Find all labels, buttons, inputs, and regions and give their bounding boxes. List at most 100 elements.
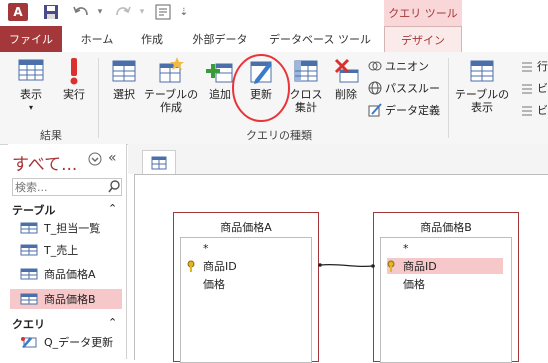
nav-item-table[interactable]: T_担当一覧 [10, 218, 122, 238]
nav-item-table[interactable]: 商品価格A [10, 264, 122, 284]
save-icon[interactable] [40, 3, 62, 21]
table-diagram-canvas[interactable]: 商品価格A * 商品ID 価格 商品価格B * 商品ID 価格 [134, 174, 548, 363]
table-title: 商品価格A [220, 221, 272, 234]
title-bar: A ▾ ▾ ⇣ クエリ ツール [0, 0, 548, 26]
group-label-query-type: クエリの種類 [246, 129, 312, 142]
builder-label: ビ [537, 82, 548, 95]
builder-2-button[interactable]: ビ [520, 102, 548, 118]
queries-header-label: クエリ [12, 318, 45, 331]
field[interactable]: 価格 [387, 276, 503, 292]
data-definition-query-button[interactable]: データ定義 [368, 102, 440, 118]
field-label: 価格 [403, 278, 425, 291]
field-primary-key-selected[interactable]: 商品ID [387, 258, 503, 274]
access-logo-icon[interactable]: A [8, 3, 28, 21]
nav-item-table-selected[interactable]: 商品価格B [10, 289, 122, 309]
make-table-label-1: テーブルの [143, 88, 199, 101]
chevron-up-icon: ⌃ [108, 316, 118, 329]
run-button[interactable]: 実行 [56, 56, 92, 101]
field-label: * [203, 241, 209, 255]
chevron-up-icon: ⌃ [108, 202, 118, 215]
field[interactable]: 価格 [187, 276, 303, 292]
field-label: * [403, 241, 409, 255]
field-list[interactable]: * 商品ID 価格 [180, 237, 312, 363]
delete-query-icon [334, 58, 359, 83]
passthrough-query-button[interactable]: パススルー [368, 80, 440, 96]
tab-home[interactable]: ホーム [72, 26, 122, 52]
table-title: 商品価格B [420, 221, 472, 234]
nav-item-query[interactable]: Q_データ更新 [10, 332, 122, 352]
union-icon [368, 61, 382, 71]
show-table-label-1: テーブルの [454, 88, 510, 101]
undo-dropdown-icon[interactable]: ▾ [94, 3, 106, 21]
join-line[interactable] [317, 259, 375, 271]
group-divider [448, 58, 449, 138]
table-box-a[interactable]: 商品価格A * 商品ID 価格 [173, 212, 319, 363]
search-icon[interactable] [108, 180, 120, 194]
nav-item-label: Q_データ更新 [44, 336, 114, 349]
crosstab-label-2: 集計 [295, 101, 317, 114]
field-all[interactable]: * [187, 240, 303, 256]
crosstab-query-icon [294, 60, 318, 82]
crosstab-query-button[interactable]: クロス 集計 [286, 56, 326, 114]
key-icon [387, 260, 395, 272]
update-query-icon [21, 337, 37, 348]
union-label: ユニオン [385, 60, 429, 73]
select-label: 選択 [113, 88, 135, 101]
tab-external-data[interactable]: 外部データ [184, 26, 256, 52]
query-design-area: 商品価格A * 商品ID 価格 商品価格B * 商品ID 価格 [128, 144, 548, 363]
builder-2-label: ビ [537, 104, 548, 117]
exclamation-icon [70, 58, 78, 85]
data-definition-label: データ定義 [385, 104, 440, 117]
table-icon [20, 268, 38, 280]
make-table-label-2: 作成 [160, 101, 182, 114]
customize-qat-icon[interactable]: ⇣ [178, 3, 190, 21]
query-icon [151, 156, 167, 170]
union-query-button[interactable]: ユニオン [368, 58, 429, 74]
context-tab-query-tools: クエリ ツール [384, 0, 462, 26]
append-label: 追加 [209, 88, 231, 101]
undo-icon[interactable] [70, 3, 92, 21]
nav-pane-title[interactable]: すべて... [12, 150, 77, 175]
tab-create[interactable]: 作成 [130, 26, 174, 52]
delete-query-button[interactable]: 削除 [328, 56, 364, 101]
document-tab[interactable] [142, 150, 176, 175]
select-query-button[interactable]: 選択 [104, 56, 144, 101]
redo-dropdown-icon[interactable]: ▾ [136, 3, 148, 21]
ribbon-tabs: ファイル ホーム 作成 外部データ データベース ツール デザイン [0, 26, 548, 53]
form-icon[interactable] [152, 3, 174, 21]
field-all[interactable]: * [387, 240, 503, 256]
run-label: 実行 [63, 88, 85, 101]
collapse-pane-icon[interactable]: « [108, 150, 117, 166]
insert-rows-label: 行 [537, 60, 548, 73]
table-icon [20, 293, 38, 305]
make-table-button[interactable]: テーブルの 作成 [144, 56, 198, 114]
view-dropdown-icon: ▾ [28, 103, 33, 112]
highlight-circle-annotation [232, 54, 290, 122]
view-label: 表示 [20, 88, 42, 101]
tab-database-tools[interactable]: データベース ツール [264, 26, 376, 52]
group-divider [98, 58, 99, 138]
passthrough-label: パススルー [385, 82, 440, 95]
globe-icon [368, 81, 382, 95]
nav-group-queries-header[interactable]: クエリ ⌃ [12, 316, 117, 332]
tab-file[interactable]: ファイル [0, 26, 62, 52]
table-icon [20, 244, 38, 256]
nav-item-label: 商品価格A [44, 268, 96, 281]
field-primary-key[interactable]: 商品ID [187, 258, 303, 274]
nav-item-table[interactable]: T_売上 [10, 240, 122, 260]
builder-button[interactable]: ビ [520, 80, 548, 96]
navigation-pane: すべて... « テーブル ⌃ T_担当一覧 T_売上 商品価格A 商品価格B ク… [8, 144, 127, 359]
nav-search-input[interactable] [12, 178, 122, 196]
show-table-button[interactable]: テーブルの 表示 [454, 56, 510, 114]
nav-group-tables-header[interactable]: テーブル ⌃ [12, 202, 117, 218]
data-definition-icon [368, 103, 382, 117]
insert-rows-button[interactable]: 行 [520, 58, 548, 74]
nav-menu-dropdown-icon[interactable] [88, 152, 102, 166]
table-icon [20, 222, 38, 234]
view-button[interactable]: 表示 ▾ [12, 56, 50, 114]
tab-design[interactable]: デザイン [384, 26, 462, 53]
field-list[interactable]: * 商品ID 価格 [380, 237, 512, 363]
table-box-b[interactable]: 商品価格B * 商品ID 価格 [373, 212, 519, 363]
redo-icon[interactable] [112, 3, 134, 21]
builder-icon [522, 84, 532, 94]
